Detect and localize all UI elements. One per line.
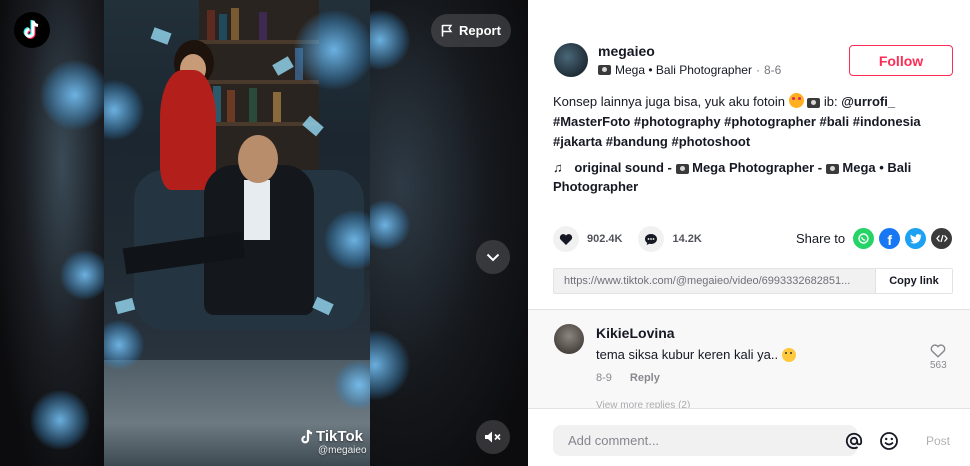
- flag-icon: [441, 24, 453, 37]
- view-more-replies[interactable]: View more replies (2): [596, 400, 690, 408]
- video-description: Konsep lainnya juga bisa, yuk aku fotoin…: [553, 92, 953, 152]
- comment-stat[interactable]: 14.2K: [638, 226, 702, 252]
- sound-text-c: Mega • Bali: [842, 160, 912, 175]
- next-video-button[interactable]: [476, 240, 510, 274]
- engagement-stats: 902.4K 14.2K: [553, 226, 718, 252]
- thinking-emoji-icon: [782, 347, 797, 362]
- hashtags-line-1[interactable]: #MasterFoto #photography #photographer #…: [553, 114, 921, 129]
- like-count: 902.4K: [587, 233, 623, 245]
- watermark-brand: TikTok: [316, 428, 363, 445]
- sound-link[interactable]: ♫ original sound - Mega Photographer - M…: [553, 158, 953, 196]
- man-shirt: [244, 180, 270, 240]
- hashtags-line-2[interactable]: #jakarta #bandung #photoshoot: [553, 134, 750, 149]
- video-url[interactable]: https://www.tiktok.com/@megaieo/video/69…: [554, 269, 875, 293]
- video-backdrop-right: [340, 0, 528, 466]
- author-display-name: Mega • Bali Photographer: [615, 63, 752, 77]
- comment-like-count: 563: [930, 360, 947, 371]
- copy-link-button[interactable]: Copy link: [875, 269, 952, 293]
- comment-count: 14.2K: [672, 233, 702, 245]
- comment-list[interactable]: KikieLovina tema siksa kubur keren kali …: [528, 310, 970, 408]
- like-button[interactable]: [553, 226, 579, 252]
- add-comment-input[interactable]: Add comment...: [553, 425, 857, 456]
- comment-body: tema siksa kubur keren kali ya..: [596, 347, 779, 362]
- facebook-icon[interactable]: f: [879, 228, 901, 249]
- comment-button[interactable]: [638, 226, 665, 252]
- author-username[interactable]: megaieo: [598, 43, 655, 59]
- camera-emoji-icon: [598, 65, 611, 75]
- embed-icon[interactable]: [931, 228, 953, 249]
- comment-meta: 8-9 Reply: [596, 372, 660, 384]
- info-panel: megaieo Mega • Bali Photographer · 8-6 F…: [528, 0, 970, 466]
- camera-emoji-icon: [825, 163, 839, 174]
- watermark-user: @megaieo: [318, 445, 367, 456]
- follow-button[interactable]: Follow: [849, 45, 953, 76]
- share-row: Share to f: [796, 228, 953, 249]
- emoji-icon[interactable]: [879, 431, 899, 451]
- sound-text-b: Mega Photographer -: [692, 160, 823, 175]
- sound-text-a: original sound -: [574, 160, 672, 175]
- author-subline: Mega • Bali Photographer · 8-6: [598, 63, 781, 77]
- mention-link[interactable]: @urrofi_: [841, 94, 895, 109]
- mention-at-icon[interactable]: [844, 431, 864, 451]
- author-avatar[interactable]: [554, 43, 588, 77]
- video-link-box: https://www.tiktok.com/@megaieo/video/69…: [553, 268, 953, 294]
- commenter-username[interactable]: KikieLovina: [596, 325, 675, 341]
- video-backdrop-left: [0, 0, 110, 466]
- tiktok-watermark: TikTok @megaieo: [300, 428, 367, 456]
- video-frame[interactable]: [104, 0, 370, 466]
- comment-bubble-icon: [645, 233, 658, 245]
- twitter-icon[interactable]: [905, 228, 927, 249]
- camera-emoji-icon: [807, 97, 821, 108]
- video-player[interactable]: Report TikTok @megaieo: [0, 0, 528, 466]
- red-dress: [160, 70, 216, 190]
- comment-like-button[interactable]: 563: [930, 344, 947, 371]
- mute-button[interactable]: [476, 420, 510, 454]
- report-label: Report: [459, 23, 501, 38]
- comment-date: 8-9: [596, 372, 612, 384]
- speaker-muted-icon: [485, 431, 501, 443]
- description-ib: ib:: [823, 94, 838, 109]
- camera-emoji-icon: [675, 163, 689, 174]
- man-head: [238, 135, 278, 183]
- sound-text-d: Photographer: [553, 179, 639, 194]
- heart-outline-icon: [930, 344, 946, 358]
- commenter-avatar[interactable]: [554, 324, 584, 354]
- whatsapp-icon[interactable]: [853, 228, 875, 249]
- description-text: Konsep lainnya juga bisa, yuk aku fotoin: [553, 94, 785, 109]
- like-stat[interactable]: 902.4K: [553, 226, 622, 252]
- comment-text: tema siksa kubur keren kali ya..: [596, 347, 797, 362]
- heart-icon: [559, 233, 573, 245]
- heart-eyes-emoji-icon: [788, 93, 804, 108]
- share-label: Share to: [796, 231, 846, 246]
- music-note-icon: ♫: [553, 160, 563, 175]
- reply-button[interactable]: Reply: [630, 372, 660, 384]
- post-date: 8-6: [763, 63, 782, 77]
- chevron-down-icon: [486, 253, 500, 261]
- comment-composer: Add comment... Post: [528, 408, 970, 466]
- tiktok-logo-icon[interactable]: [14, 12, 50, 48]
- report-button[interactable]: Report: [431, 14, 511, 47]
- post-button[interactable]: Post: [926, 434, 950, 448]
- tiktok-note-icon: [301, 429, 313, 443]
